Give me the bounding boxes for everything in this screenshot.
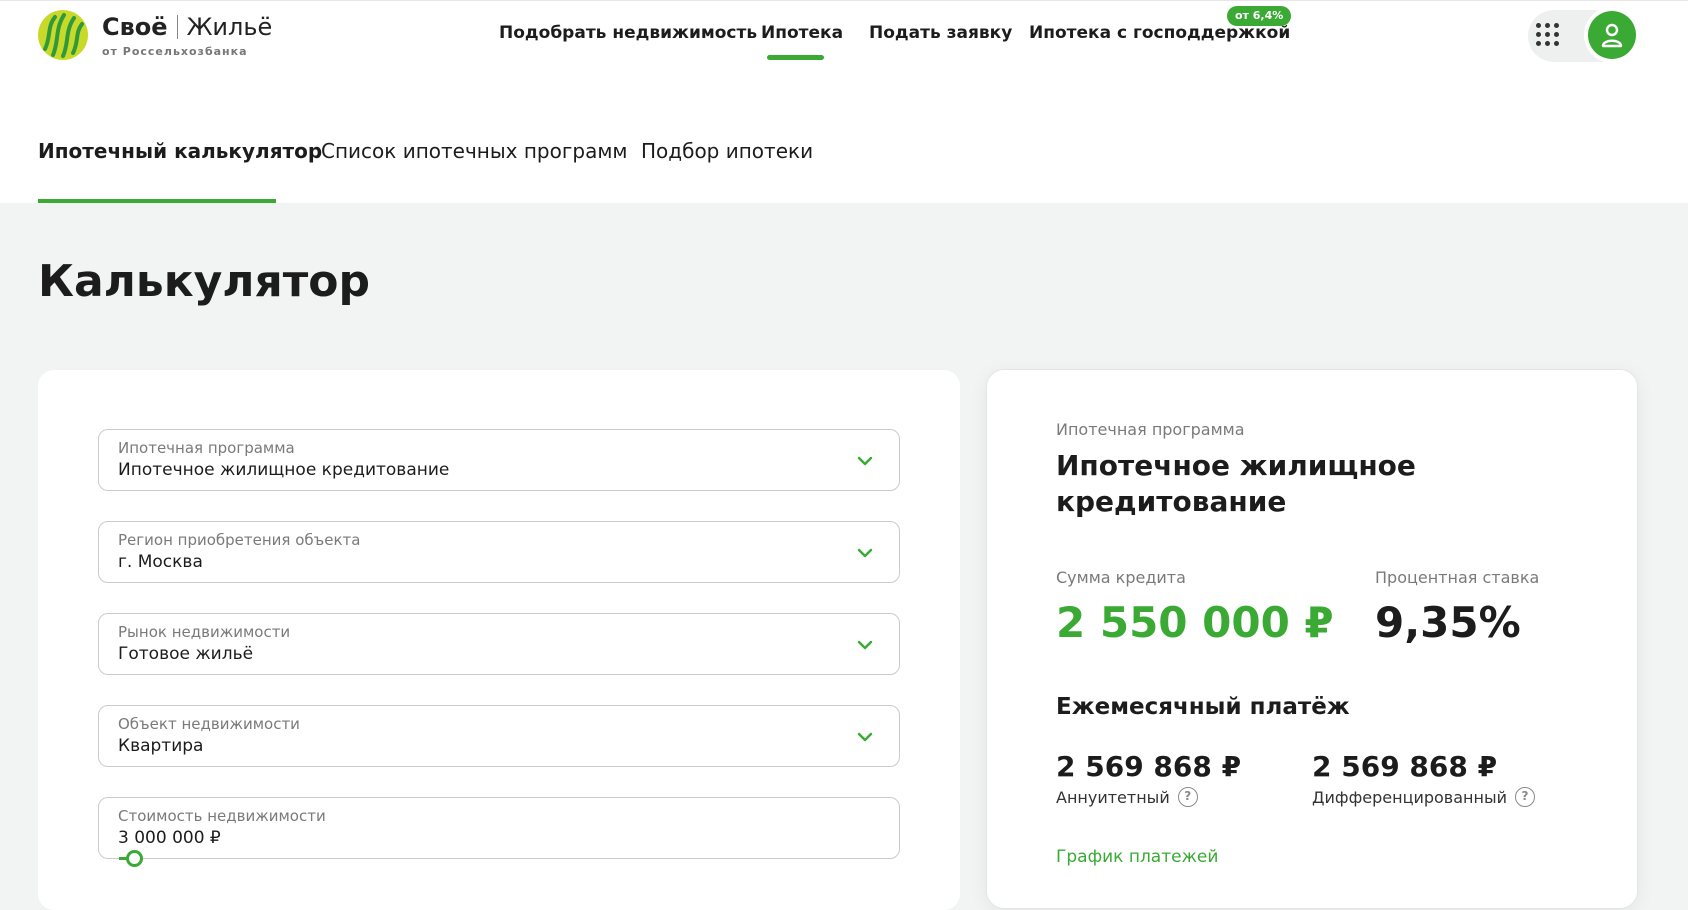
differentiated-payment-value: 2 569 868 ₽ <box>1312 750 1498 783</box>
interest-rate-value: 9,35% <box>1375 598 1521 647</box>
mortgage-subnav: Ипотечный калькулятор Список ипотечных п… <box>0 89 1688 203</box>
field-label: Регион приобретения объекта <box>118 531 361 549</box>
nav-item-mortgage[interactable]: Ипотека <box>761 23 843 43</box>
grid-icon[interactable] <box>1536 23 1560 47</box>
profile-button[interactable] <box>1588 11 1636 59</box>
field-value: Готовое жильё <box>118 644 254 664</box>
region-select[interactable]: Регион приобретения объекта г. Москва <box>98 521 900 583</box>
nav-active-indicator <box>767 55 824 60</box>
chevron-down-icon <box>857 548 873 558</box>
program-name: Ипотечное жилищное кредитование <box>1056 449 1416 518</box>
annuity-payment-value: 2 569 868 ₽ <box>1056 750 1242 783</box>
nav-item-find-property[interactable]: Подобрать недвижимость <box>499 23 757 43</box>
differentiated-payment-label: Дифференцированный ? <box>1312 787 1535 807</box>
interest-rate-label: Процентная ставка <box>1375 568 1540 587</box>
monthly-payment-heading: Ежемесячный платёж <box>1056 694 1350 720</box>
calculation-summary: Ипотечная программа Ипотечное жилищное к… <box>986 369 1638 909</box>
field-label: Объект недвижимости <box>118 715 300 733</box>
field-label: Стоимость недвижимости <box>118 807 326 825</box>
slider-thumb[interactable] <box>126 850 144 867</box>
field-value: 3 000 000 ₽ <box>118 828 221 848</box>
help-icon[interactable]: ? <box>1514 787 1535 807</box>
user-icon <box>1601 23 1623 48</box>
annuity-payment-label: Аннуитетный ? <box>1056 787 1198 807</box>
field-label: Рынок недвижимости <box>118 623 291 641</box>
tab-mortgage-selection[interactable]: Подбор ипотеки <box>641 139 813 163</box>
market-select[interactable]: Рынок недвижимости Готовое жильё <box>98 613 900 675</box>
rate-badge: от 6,4% <box>1227 6 1292 26</box>
chevron-down-icon <box>857 640 873 650</box>
payment-schedule-link[interactable]: График платежей <box>1056 847 1218 867</box>
property-cost-input[interactable]: Стоимость недвижимости 3 000 000 ₽ <box>98 797 900 867</box>
loan-amount-value: 2 550 000 ₽ <box>1056 598 1334 647</box>
calculator-form: Ипотечная программа Ипотечное жилищное к… <box>38 370 960 910</box>
property-cost-slider[interactable] <box>119 850 879 867</box>
tab-mortgage-calculator[interactable]: Ипотечный калькулятор <box>38 139 322 163</box>
chevron-down-icon <box>857 732 873 742</box>
tab-mortgage-programs[interactable]: Список ипотечных программ <box>321 139 628 163</box>
nav-item-gov-support-mortgage[interactable]: Ипотека с господдержкой <box>1029 23 1290 43</box>
nav-item-apply[interactable]: Подать заявку <box>869 23 1012 43</box>
loan-amount-label: Сумма кредита <box>1056 568 1186 587</box>
tab-active-indicator <box>38 199 276 203</box>
field-value: Квартира <box>118 736 204 756</box>
field-label: Ипотечная программа <box>118 439 295 457</box>
site-header: Своё Жильё от Россельхозбанка Подобрать н… <box>0 0 1688 89</box>
page-title: Калькулятор <box>38 256 370 307</box>
field-value: Ипотечное жилищное кредитование <box>118 460 450 480</box>
property-type-select[interactable]: Объект недвижимости Квартира <box>98 705 900 767</box>
chevron-down-icon <box>857 456 873 466</box>
main-nav: Подобрать недвижимость Ипотека Подать за… <box>0 1 1688 90</box>
mortgage-program-select[interactable]: Ипотечная программа Ипотечное жилищное к… <box>98 429 900 491</box>
program-label: Ипотечная программа <box>1056 420 1245 439</box>
field-value: г. Москва <box>118 552 203 572</box>
help-icon[interactable]: ? <box>1177 787 1198 807</box>
